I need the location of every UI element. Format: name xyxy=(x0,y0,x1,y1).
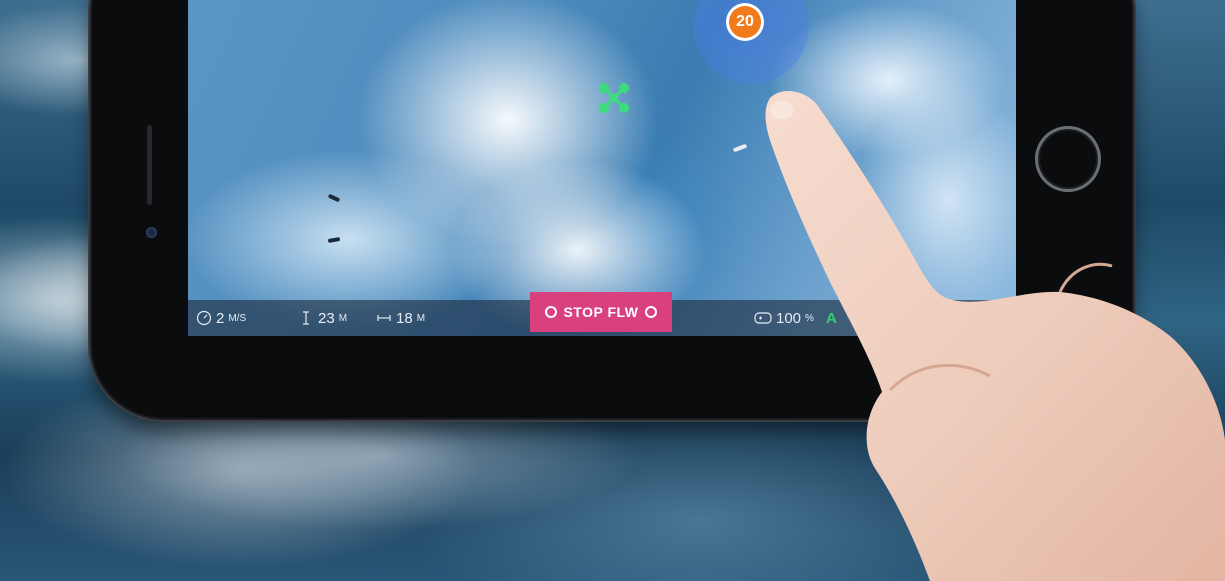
refresh-icon xyxy=(545,306,558,318)
refresh-icon xyxy=(644,306,657,318)
height-icon xyxy=(303,311,309,325)
aerial-camera-view[interactable]: 20 2 M/S 23 M 18 M STOP FLW 100 % A xyxy=(188,0,1016,336)
speed-unit: M/S xyxy=(228,312,247,324)
speed-value: 2 xyxy=(216,309,225,327)
stop-follow-button[interactable]: STOP FLW xyxy=(530,292,672,332)
speed-readout: 2 M/S xyxy=(196,300,246,336)
flight-mode-indicator: A xyxy=(825,309,837,327)
battery-unit: % xyxy=(805,312,814,324)
surfer-marker xyxy=(327,193,341,203)
height-unit: M xyxy=(338,312,348,324)
front-camera xyxy=(146,227,157,238)
surfer-marker xyxy=(327,236,341,244)
distance-readout: 18 M xyxy=(376,300,425,336)
drone-icon xyxy=(599,83,629,113)
gamepad-icon xyxy=(754,312,772,324)
surfer-marker xyxy=(732,143,748,153)
phone-device: 20 2 M/S 23 M 18 M STOP FLW 100 % A xyxy=(92,0,1132,418)
stop-follow-label: STOP FLW xyxy=(563,304,639,320)
target-badge[interactable]: 20 xyxy=(729,6,761,38)
speedometer-icon xyxy=(196,310,212,326)
distance-unit: M xyxy=(416,312,426,324)
battery-value: 100 xyxy=(776,309,802,327)
distance-value: 18 xyxy=(396,309,413,327)
telemetry-bar: 2 M/S 23 M 18 M STOP FLW 100 % A xyxy=(188,292,1016,336)
height-readout: 23 M xyxy=(298,300,347,336)
battery-readout: 100 % A xyxy=(754,300,837,336)
height-value: 23 xyxy=(318,309,335,327)
phone-earpiece xyxy=(147,125,152,205)
distance-icon xyxy=(377,315,391,321)
home-button[interactable] xyxy=(1035,126,1101,192)
